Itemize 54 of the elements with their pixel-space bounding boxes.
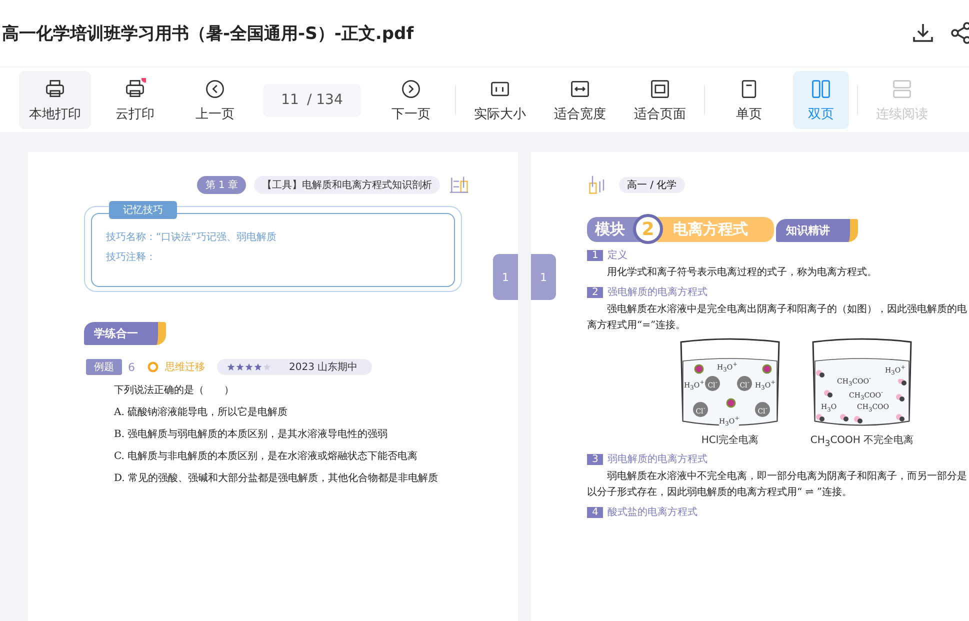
section-heading: 强电解质的电离方程式 — [607, 286, 708, 299]
printer-icon — [124, 78, 146, 100]
single-button[interactable]: 单页 — [713, 71, 785, 129]
chapter-title: 【工具】电解质和电离方程式知识剖析 — [254, 176, 440, 194]
section-number: 1 — [587, 250, 604, 260]
lab-apparatus-icon — [448, 174, 470, 196]
paragraph: 用化学式和离子符号表示电离过程的式子，称为电离方程式。 — [606, 266, 878, 280]
next-button[interactable]: 下一页 — [375, 71, 447, 129]
fit-page-icon — [649, 78, 671, 100]
page-number-field[interactable]: 11 / 134 — [263, 84, 361, 116]
document-title: 高一化学培训班学习用书（暑-全国通用-S）-正文.pdf — [2, 22, 414, 44]
double-page-icon — [810, 78, 832, 100]
next-icon — [400, 78, 422, 100]
continuous-pages-icon — [891, 78, 913, 100]
chapter-label: 第 1 章 — [197, 176, 246, 194]
actual-size-button[interactable]: 实际大小 — [464, 71, 536, 129]
section-heading: 酸式盐的电离方程式 — [607, 506, 698, 519]
printer-icon — [44, 78, 66, 100]
answer-option: A. 硫酸钠溶液能导电，所以它是电解质 — [114, 405, 518, 419]
section-heading: 定义 — [607, 248, 628, 262]
prev-button[interactable]: 上一页 — [179, 71, 251, 129]
paragraph: 强电解质在水溶液中是完全电离出阴离子和阳离子的（如图），因此强电解质的电离方程式用“=”连接。 — [587, 302, 967, 333]
share-icon[interactable] — [949, 21, 969, 45]
source-label: 2023 山东期中 — [289, 360, 358, 374]
module-label: 模块 — [587, 216, 641, 242]
previous-icon — [204, 78, 226, 100]
section-heading: 弱电解质的电离方程式 — [607, 452, 708, 466]
tip-title: 记忆技巧 — [109, 201, 177, 219]
answer-option: D. 常见的强酸、强碱和大部分盐都是强电解质，其他化合物都是非电解质 — [114, 471, 518, 485]
answer-option: C. 电解质与非电解质的本质区别，是在水溶液或熔融状态下能否电离 — [114, 449, 518, 463]
tip-line: 技巧名称：“口诀法”巧记强、弱电解质 — [106, 230, 278, 244]
section-number: 2 — [587, 286, 604, 298]
section-banner: 学练合一 — [84, 322, 166, 345]
example-number: 6 — [128, 360, 135, 374]
example-tag: 例题 — [86, 359, 122, 375]
fit-page-button[interactable]: 适合页面 — [624, 71, 696, 129]
question-text: 下列说法正确的是（ ） — [114, 384, 235, 397]
fit-width-button[interactable]: 适合宽度 — [544, 71, 616, 129]
paragraph: 弱电解质在水溶液中不完全电离，即一部分电离为阴离子和阳离子，而另一部分是以分子形式存在，因此弱电解质的电离方程式用“ ⇌ ”连接。 — [587, 470, 967, 500]
skill-label: 思维迁移 — [165, 360, 205, 374]
answer-option: B. 强电解质与弱电解质的本质区别，是其水溶液导电性的强弱 — [114, 427, 518, 441]
medal-icon — [147, 361, 159, 373]
tip-line: 技巧注释： — [106, 250, 157, 264]
section-number: 3 — [587, 454, 604, 464]
subject-breadcrumb: 高一 / 化学 — [619, 177, 685, 193]
cloud-print-button[interactable]: 云打印 — [99, 71, 171, 129]
module-number: 2 — [633, 214, 663, 244]
print-button[interactable]: 本地打印 — [19, 71, 91, 129]
module-title: 电离方程式 — [657, 216, 774, 242]
figure-caption: HCl完全电离 — [701, 434, 759, 447]
download-icon[interactable] — [911, 21, 935, 45]
section-number: 4 — [587, 506, 604, 518]
figure-caption: CH$_{3}$COOH 不完全电离 — [810, 434, 914, 448]
section-banner: 知识精讲 — [776, 218, 858, 242]
